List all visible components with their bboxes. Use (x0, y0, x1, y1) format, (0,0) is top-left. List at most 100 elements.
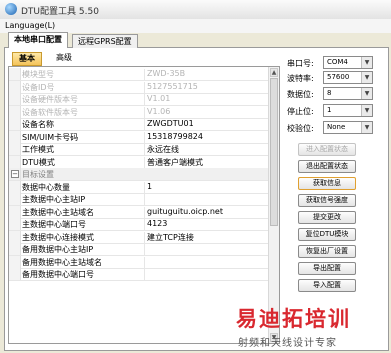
baud-label: 波特率: (287, 74, 314, 83)
grid-row[interactable]: DTU模式 普通客户端模式 (9, 155, 268, 169)
grid-row[interactable]: 模块型号 ZWD-35B (9, 68, 268, 81)
row-gutter (9, 143, 21, 155)
port-select[interactable]: COM4 ▼ (323, 56, 373, 69)
databits-label: 数据位: (287, 90, 314, 99)
grid-row[interactable]: 备用数据中心端口号 (9, 268, 268, 281)
property-value[interactable]: V1.01 (147, 94, 170, 103)
property-name: 备用数据中心主站IP (22, 244, 145, 255)
row-gutter (9, 130, 21, 143)
scroll-up-icon[interactable]: ▲ (270, 68, 278, 77)
property-name: 备用数据中心端口号 (22, 269, 145, 280)
grid-row[interactable]: 设备软件版本号 V1.06 (9, 105, 268, 119)
row-gutter (9, 218, 21, 230)
property-name: 模块型号 (22, 69, 145, 80)
read-signal-button[interactable]: 获取信号强度 (298, 194, 356, 207)
stopbits-value: 1 (327, 106, 332, 114)
grid-row[interactable]: 设备硬件版本号 V1.01 (9, 93, 268, 106)
restore-factory-button[interactable]: 恢复出厂设置 (298, 245, 356, 258)
property-name: 主数据中心主站IP (22, 194, 145, 205)
property-value[interactable]: 15318799824 (147, 132, 203, 141)
property-name: SIM/UIM卡号码 (22, 131, 145, 143)
property-value[interactable]: V1.06 (147, 107, 170, 116)
chevron-down-icon[interactable]: ▼ (361, 105, 372, 116)
import-config-button[interactable]: 导入配置 (298, 279, 356, 292)
category-label: 目标设置 (22, 170, 54, 179)
tab-local-serial[interactable]: 本地串口配置 (8, 32, 68, 48)
property-value[interactable]: 5127551715 (147, 82, 198, 91)
tab-basic[interactable]: 基本 (12, 52, 42, 66)
row-gutter (9, 155, 21, 168)
stopbits-select[interactable]: 1 ▼ (323, 104, 373, 117)
row-gutter (9, 255, 21, 268)
row-gutter (9, 205, 21, 218)
property-value[interactable]: 4123 (147, 219, 167, 228)
row-gutter: − (9, 168, 21, 180)
row-gutter (9, 180, 21, 193)
row-gutter (9, 193, 21, 205)
row-gutter (9, 80, 21, 93)
submit-changes-button[interactable]: 提交更改 (298, 211, 356, 224)
menu-language[interactable]: Language(L) (5, 21, 55, 30)
exit-config-button[interactable]: 退出配置状态 (298, 160, 356, 173)
chevron-down-icon[interactable]: ▼ (361, 88, 372, 99)
row-gutter (9, 118, 21, 130)
grid-row[interactable]: 数据中心数量 1 (9, 180, 268, 194)
baud-select[interactable]: 57600 ▼ (323, 71, 373, 84)
grid-row[interactable]: 主数据中心连接模式 建立TCP连接 (9, 230, 268, 244)
menu-bar: Language(L) (0, 19, 391, 33)
property-name: 设备ID号 (22, 81, 145, 93)
reset-dtu-button[interactable]: 复位DTU模块 (298, 228, 356, 241)
watermark-slogan: 射频和天线设计专家 (238, 338, 337, 349)
get-info-button[interactable]: 获取信息 (298, 177, 356, 190)
grid-row[interactable]: 主数据中心端口号 4123 (9, 218, 268, 231)
title-bar: DTU配置工具 5.50 (0, 0, 391, 20)
grid-row[interactable]: 主数据中心主站域名 guituguitu.oicp.net (9, 205, 268, 219)
scroll-thumb[interactable] (270, 78, 278, 226)
property-value[interactable]: 普通客户端模式 (147, 157, 203, 168)
app-icon (5, 3, 17, 15)
row-gutter (9, 105, 21, 118)
port-label: 串口号: (287, 59, 314, 68)
port-value: COM4 (327, 58, 348, 66)
property-value[interactable]: ZWD-35B (147, 69, 185, 78)
grid-row[interactable]: 工作模式 永远在线 (9, 143, 268, 156)
property-value[interactable]: 1 (147, 182, 152, 191)
stopbits-label: 停止位: (287, 107, 314, 116)
property-value[interactable]: ZWGDTU01 (147, 119, 194, 128)
tab-advanced[interactable]: 高级 (50, 52, 78, 64)
row-gutter (9, 230, 21, 243)
row-gutter (9, 268, 21, 280)
parity-select[interactable]: None ▼ (323, 121, 373, 134)
databits-select[interactable]: 8 ▼ (323, 87, 373, 100)
property-name: 设备名称 (22, 119, 145, 130)
grid-row[interactable]: SIM/UIM卡号码 15318799824 (9, 130, 268, 144)
chevron-down-icon[interactable]: ▼ (361, 57, 372, 68)
tab-remote-gprs[interactable]: 远程GPRS配置 (72, 34, 138, 48)
chevron-down-icon[interactable]: ▼ (361, 72, 372, 83)
property-name: 主数据中心主站域名 (22, 206, 145, 218)
collapse-icon[interactable]: − (11, 170, 19, 178)
property-name: DTU模式 (22, 156, 145, 168)
grid-row[interactable]: 备用数据中心主站域名 (9, 255, 268, 269)
chevron-down-icon[interactable]: ▼ (361, 122, 372, 133)
export-config-button[interactable]: 导出配置 (298, 262, 356, 275)
grid-row[interactable]: 主数据中心主站IP (9, 193, 268, 206)
vertical-scrollbar[interactable]: ▲ ▼ (268, 67, 279, 343)
window-title: DTU配置工具 5.50 (21, 7, 99, 17)
watermark-brand: 易迪拓培训 (236, 307, 351, 331)
app-window: DTU配置工具 5.50 Language(L) 本地串口配置 远程GPRS配置… (0, 0, 391, 353)
enter-config-button[interactable]: 进入配置状态 (298, 143, 356, 156)
parity-value: None (327, 123, 346, 131)
property-name: 工作模式 (22, 144, 145, 155)
property-value[interactable]: 永远在线 (147, 144, 179, 155)
property-name: 数据中心数量 (22, 181, 145, 193)
property-value[interactable]: 建立TCP连接 (147, 232, 194, 243)
property-name: 设备软件版本号 (22, 106, 145, 118)
grid-category-row[interactable]: − 目标设置 (9, 168, 268, 181)
grid-row[interactable]: 备用数据中心主站IP (9, 243, 268, 256)
parity-label: 校验位: (287, 124, 314, 133)
grid-row[interactable]: 设备ID号 5127551715 (9, 80, 268, 94)
databits-value: 8 (327, 89, 332, 97)
grid-row[interactable]: 设备名称 ZWGDTU01 (9, 118, 268, 131)
property-value[interactable]: guituguitu.oicp.net (147, 207, 223, 216)
